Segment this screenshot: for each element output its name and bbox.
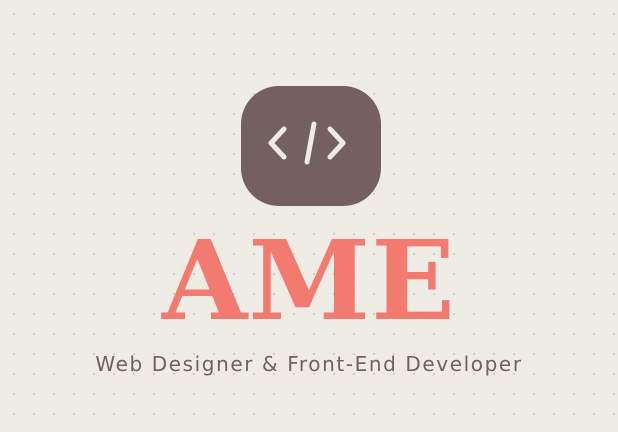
tagline: Web Designer & Front-End Developer (95, 352, 523, 376)
logo-card: AME Web Designer & Front-End Developer (0, 0, 618, 432)
code-brackets-icon (268, 121, 346, 165)
logo-icon-tile (241, 86, 381, 206)
brand-name: AME (162, 216, 456, 345)
